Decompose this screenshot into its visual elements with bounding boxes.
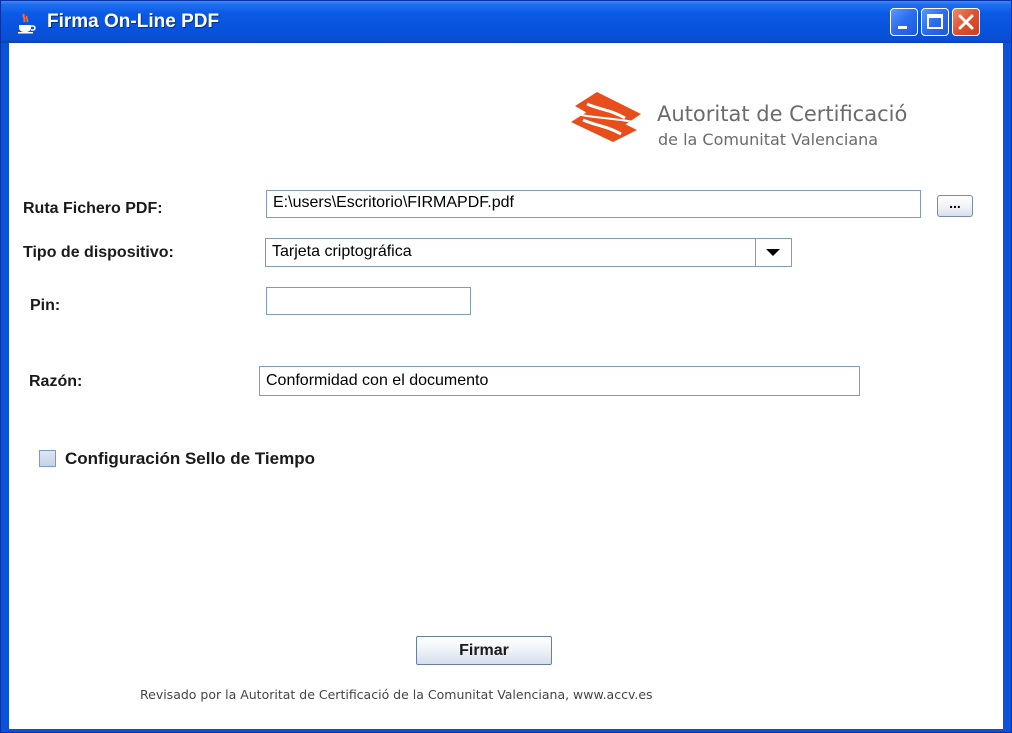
accv-logo-icon [571, 92, 641, 142]
browse-button[interactable]: ... [937, 195, 973, 217]
tipo-label: Tipo de dispositivo: [23, 244, 174, 261]
pin-label: Pin: [30, 297, 61, 314]
razon-field[interactable]: Conformidad con el documento [259, 366, 860, 396]
tipo-dropdown[interactable]: Tarjeta criptográfica [265, 238, 792, 267]
window-title: Firma On-Line PDF [47, 11, 220, 32]
minimize-icon [898, 26, 907, 29]
logo-title: Autoritat de Certificació [657, 102, 908, 126]
firmar-button[interactable]: Firmar [416, 636, 552, 665]
app-window: Firma On-Line PDF Autoritat de Certifica… [0, 0, 1012, 733]
sello-tiempo-checkbox[interactable] [39, 450, 56, 467]
close-icon [958, 14, 974, 30]
logo-subtitle: de la Comunitat Valenciana [658, 130, 879, 149]
tipo-selected-value: Tarjeta criptográfica [272, 243, 412, 260]
pin-field[interactable] [266, 287, 471, 315]
chevron-down-icon [766, 249, 780, 256]
maximize-icon [927, 14, 943, 29]
maximize-button[interactable] [921, 8, 949, 36]
dialog-body: Autoritat de Certificació de la Comunita… [9, 43, 1003, 729]
dropdown-arrow-button[interactable] [755, 239, 791, 266]
title-bar[interactable]: Firma On-Line PDF [1, 1, 1011, 43]
java-cup-icon [15, 12, 37, 34]
footer-credit: Revisado por la Autoritat de Certificaci… [140, 687, 653, 702]
close-button[interactable] [952, 8, 980, 36]
ruta-label: Ruta Fichero PDF: [23, 200, 163, 217]
minimize-button[interactable] [890, 8, 918, 36]
sello-tiempo-label[interactable]: Configuración Sello de Tiempo [65, 449, 315, 469]
razon-label: Razón: [29, 373, 83, 390]
ruta-field[interactable]: E:\users\Escritorio\FIRMAPDF.pdf [266, 190, 921, 218]
